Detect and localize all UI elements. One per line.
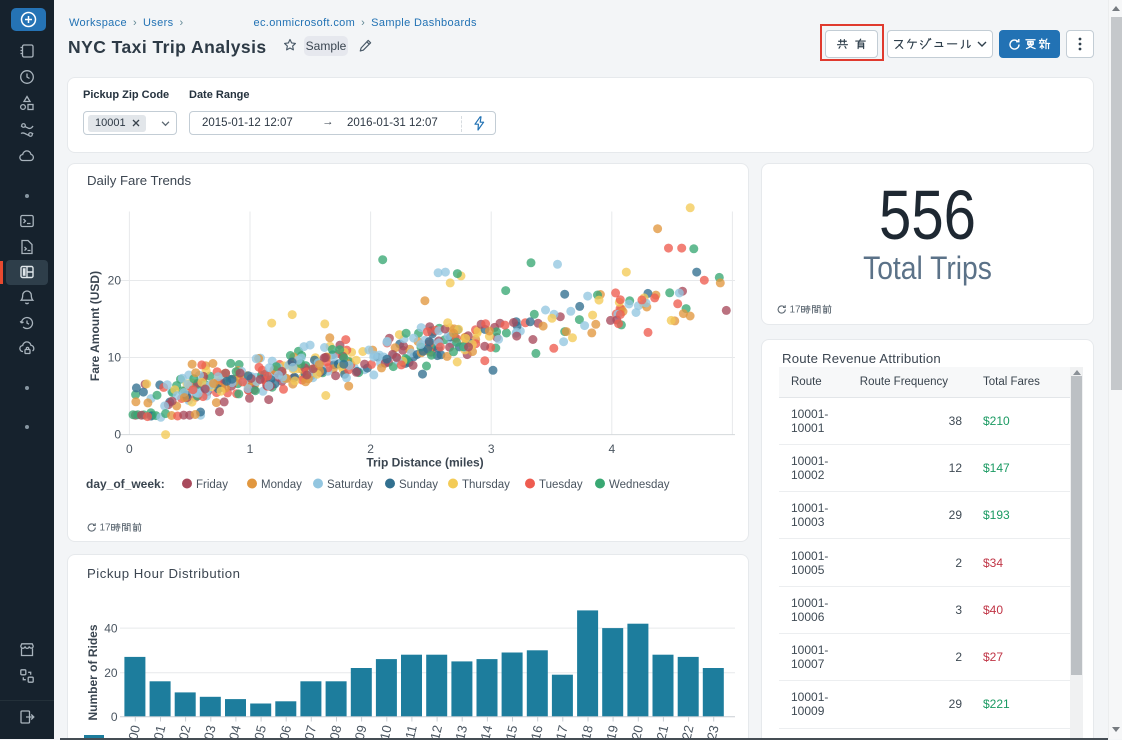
svg-text:17: 17 xyxy=(790,305,802,316)
svg-text:Trip Distance (miles): Trip Distance (miles) xyxy=(366,456,483,470)
svg-text:0: 0 xyxy=(126,442,133,456)
svg-text:Number of Rides: Number of Rides xyxy=(86,624,100,720)
svg-text:3: 3 xyxy=(488,442,495,456)
svg-text:Saturday: Saturday xyxy=(327,479,373,491)
svg-text:20: 20 xyxy=(108,274,122,288)
svg-text:10: 10 xyxy=(108,351,122,365)
svg-text:40: 40 xyxy=(104,621,118,635)
svg-text:Fare Amount (USD): Fare Amount (USD) xyxy=(88,271,102,381)
svg-text:Friday: Friday xyxy=(196,479,228,491)
svg-text:Wednesday: Wednesday xyxy=(609,479,670,491)
svg-text:17: 17 xyxy=(100,523,112,534)
svg-text:1: 1 xyxy=(247,442,254,456)
svg-text:day_of_week:: day_of_week: xyxy=(86,477,165,491)
svg-text:20: 20 xyxy=(104,666,118,680)
svg-text:4: 4 xyxy=(608,442,615,456)
svg-text:2: 2 xyxy=(367,442,374,456)
svg-text:0: 0 xyxy=(114,428,121,442)
svg-text:Thursday: Thursday xyxy=(462,479,510,491)
svg-text:Sunday: Sunday xyxy=(399,479,438,491)
svg-text:Monday: Monday xyxy=(261,479,302,491)
svg-text:Tuesday: Tuesday xyxy=(539,479,583,491)
svg-text:0: 0 xyxy=(111,710,118,724)
